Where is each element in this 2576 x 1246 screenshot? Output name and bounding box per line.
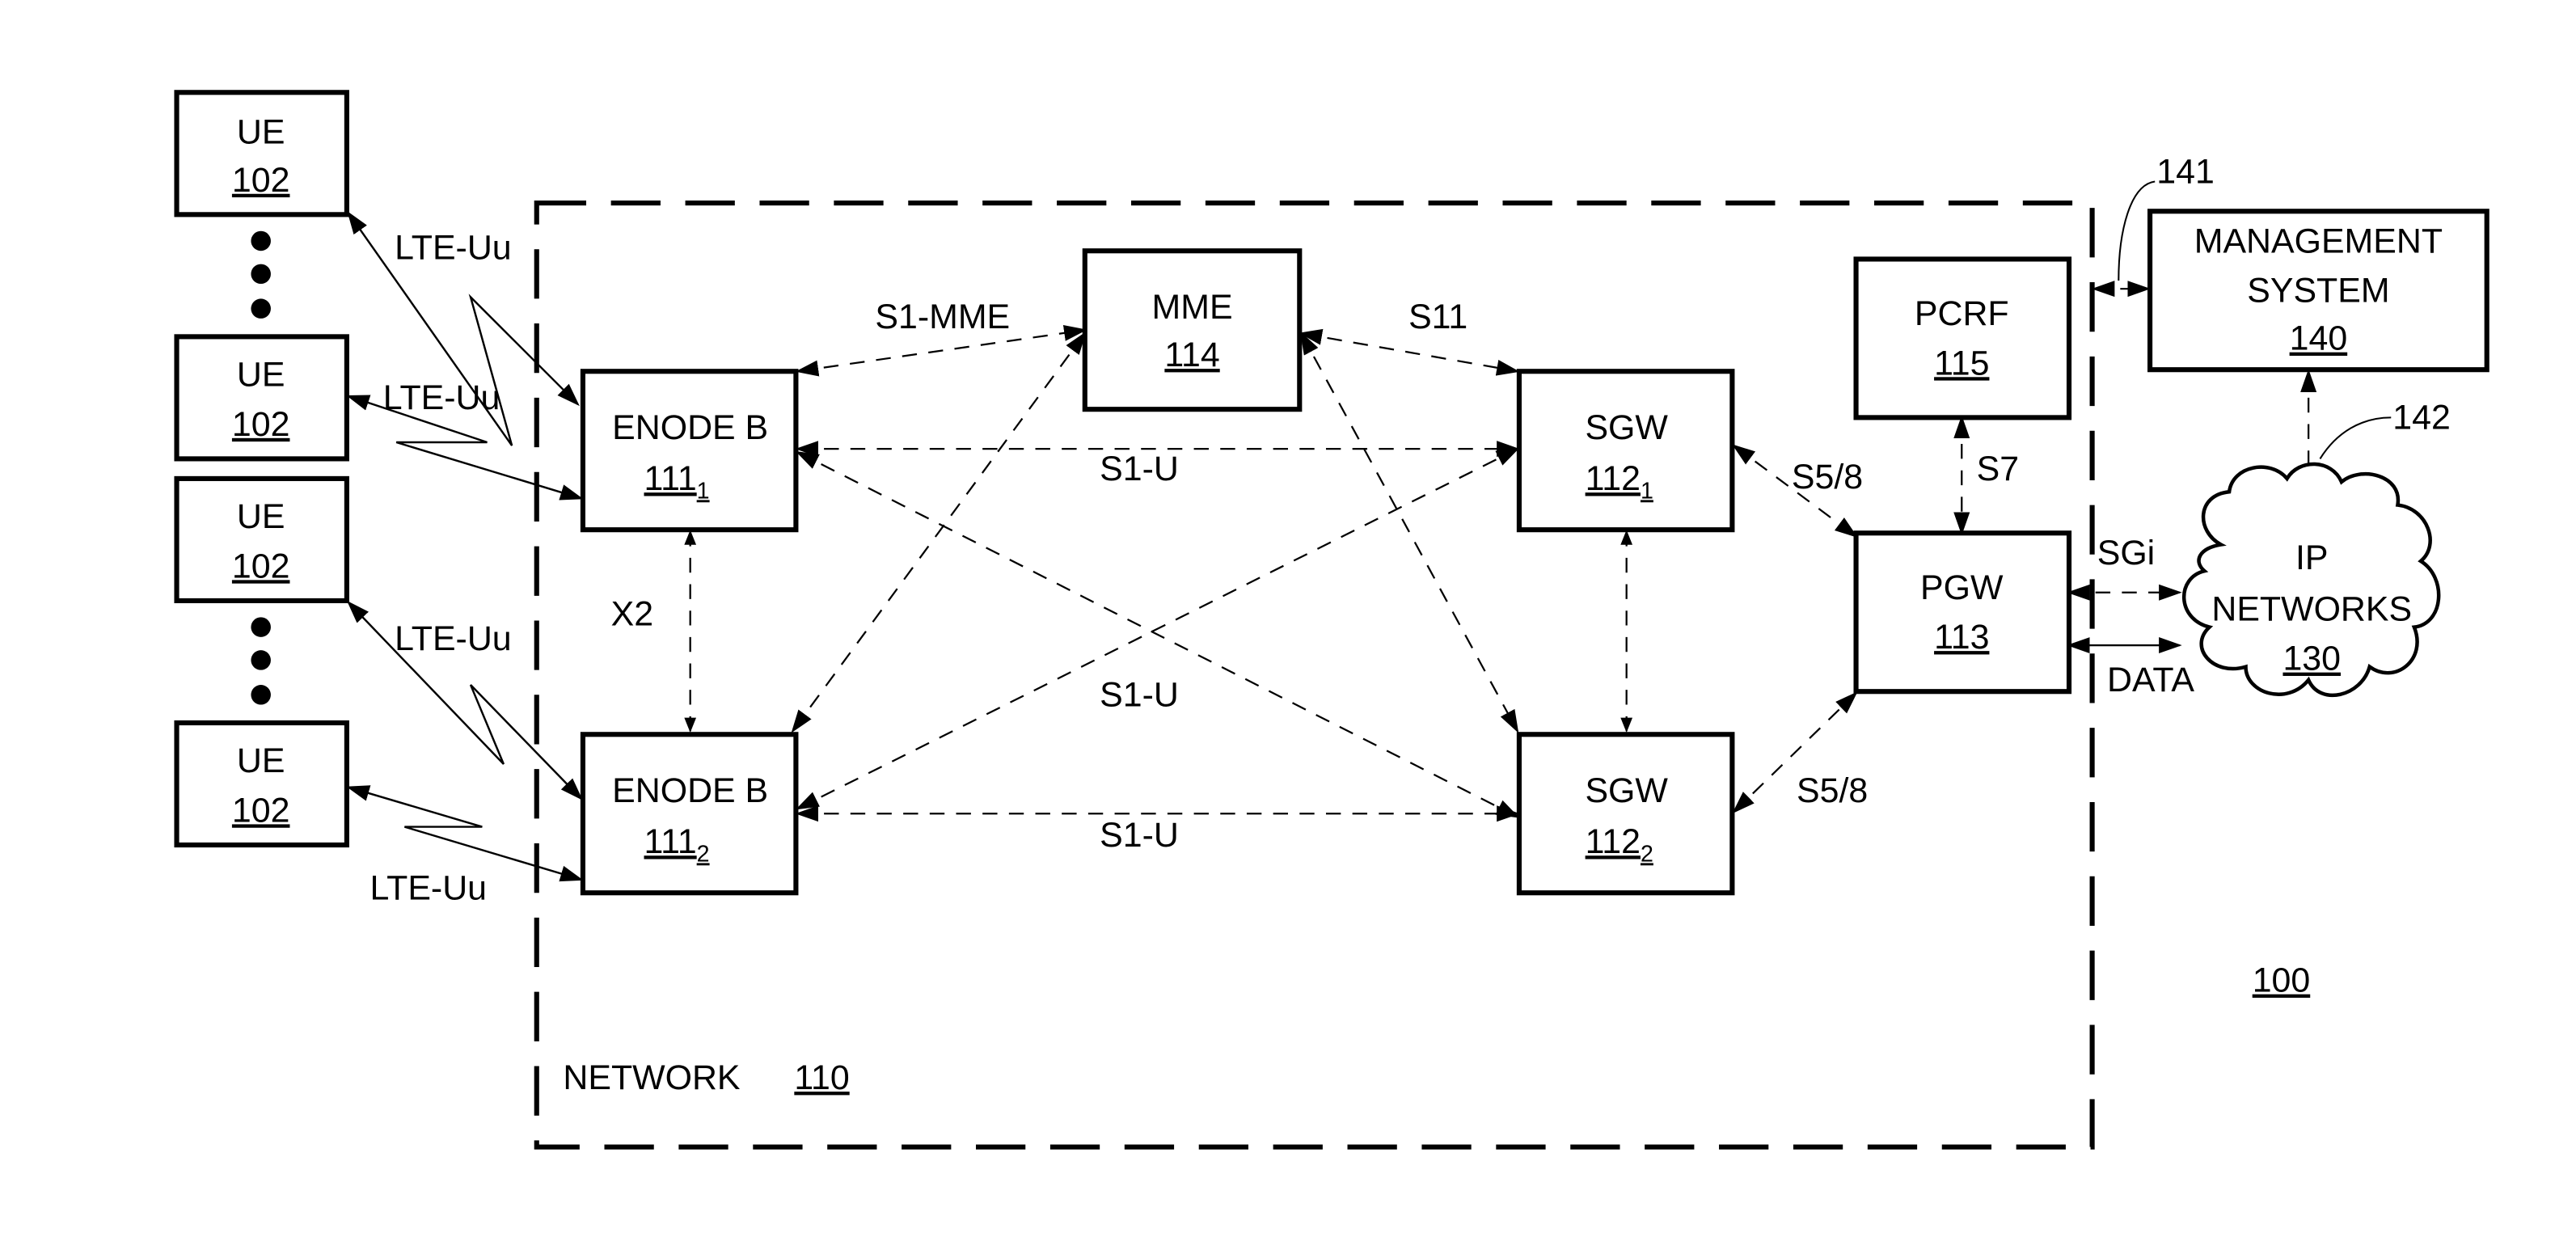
pgw-node: PGW 113 (1853, 530, 2072, 695)
management-system-node: MANAGEMENT SYSTEM 140 (2147, 209, 2489, 373)
svg-text:SYSTEM: SYSTEM (2247, 272, 2389, 310)
svg-text:130: 130 (2283, 640, 2341, 678)
callout-142: 142 (2392, 399, 2451, 437)
svg-text:NETWORKS: NETWORKS (2211, 589, 2412, 628)
pcrf-node: PCRF 115 (1853, 256, 2072, 420)
label-lte-uu-2: LTE-Uu (383, 378, 500, 417)
svg-text:102: 102 (232, 791, 290, 830)
svg-text:SGW: SGW (1585, 771, 1668, 810)
figure-reference: 100 (2253, 961, 2311, 1000)
label-lte-uu-4: LTE-Uu (370, 868, 487, 907)
svg-text:102: 102 (232, 547, 290, 585)
svg-text:ENODE B: ENODE B (612, 771, 768, 810)
svg-text:MANAGEMENT: MANAGEMENT (2194, 222, 2443, 260)
svg-text:PGW: PGW (1920, 568, 2004, 607)
label-data: DATA (2107, 661, 2194, 699)
label-s7: S7 (1977, 450, 2019, 488)
ue-node-4: UE 102 (174, 720, 349, 848)
label-s1-mme: S1-MME (875, 298, 1010, 336)
svg-text:102: 102 (232, 161, 290, 200)
label-s5-8-top: S5/8 (1792, 458, 1863, 496)
svg-text:PCRF: PCRF (1915, 294, 2009, 333)
svg-text:102: 102 (232, 405, 290, 444)
callout-leader-142 (2319, 416, 2392, 459)
label-s1-u-middle: S1-U (1100, 676, 1179, 715)
s11-link-sgw1 (1299, 328, 1520, 376)
svg-text:UE: UE (237, 741, 285, 780)
s1-u-link-enb1-sgw2 (795, 450, 1520, 818)
ellipsis-dots-upper (251, 230, 271, 319)
label-s1-u-top: S1-U (1100, 450, 1179, 488)
label-s11: S11 (1408, 298, 1467, 336)
s1-mme-link-enb2 (791, 331, 1087, 733)
ue-node-1: UE 102 (174, 90, 349, 218)
svg-text:IP: IP (2295, 539, 2329, 577)
svg-text:ENODE B: ENODE B (612, 408, 768, 447)
label-lte-uu-1: LTE-Uu (395, 228, 512, 267)
ue-node-2: UE 102 (174, 334, 349, 462)
lte-uu-link-4 (346, 785, 584, 882)
ue-node-3: UE 102 (174, 475, 349, 604)
network-label: NETWORK (563, 1058, 741, 1097)
svg-text:SGW: SGW (1585, 408, 1668, 447)
network-ref: 110 (794, 1058, 849, 1097)
sgw-node-1: SGW 1121 (1516, 369, 1735, 533)
svg-text:114: 114 (1164, 336, 1219, 374)
label-sgi: SGi (2097, 534, 2155, 572)
svg-text:115: 115 (1934, 344, 1989, 382)
sgw-node-2: SGW 1122 (1516, 732, 1735, 896)
label-x2: X2 (611, 595, 653, 634)
ip-networks-cloud: IP NETWORKS 130 (2181, 462, 2441, 698)
svg-text:UE: UE (237, 356, 285, 395)
callout-141: 141 (2156, 153, 2215, 192)
label-s5-8-bottom: S5/8 (1797, 771, 1868, 810)
label-lte-uu-3: LTE-Uu (395, 619, 512, 658)
svg-text:113: 113 (1934, 618, 1989, 657)
svg-text:UE: UE (237, 113, 285, 152)
svg-text:UE: UE (237, 497, 285, 536)
svg-text:140: 140 (2290, 319, 2348, 358)
mme-node: MME 114 (1082, 248, 1303, 412)
lte-network-diagram: NETWORK 110 141 142 UE 102 UE 102 UE 102… (174, 90, 2489, 1150)
s11-link-sgw2 (1299, 331, 1519, 733)
ellipsis-dots-lower (251, 617, 271, 705)
svg-text:MME: MME (1152, 288, 1233, 327)
enodeb-node-2: ENODE B 1112 (580, 732, 799, 896)
s1-u-link-enb2-sgw1 (795, 447, 1520, 810)
label-s1-u-bottom: S1-U (1100, 816, 1179, 855)
enodeb-node-1: ENODE B 1111 (580, 369, 799, 533)
